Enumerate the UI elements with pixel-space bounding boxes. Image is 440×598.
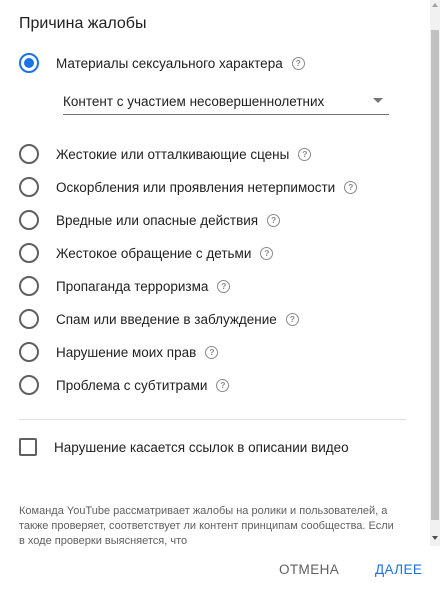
reason-option-spam[interactable]: Спам или введение в заблуждение ? [19,308,299,330]
help-circle-icon[interactable]: ? [205,345,219,359]
subreason-dropdown[interactable]: Контент с участием несовершеннолетних [63,88,389,115]
help-circle-icon[interactable]: ? [285,312,299,326]
radio-button[interactable] [19,342,39,362]
reason-option-child-abuse[interactable]: Жестокое обращение с детьми ? [19,242,274,264]
reason-option-terrorism[interactable]: Пропаганда терроризма ? [19,275,231,297]
reason-option-harmful[interactable]: Вредные или опасные действия ? [19,209,281,231]
scrollbar[interactable] [430,0,440,546]
radio-button[interactable] [19,309,39,329]
reason-label: Вредные или опасные действия [56,212,259,228]
reason-label: Пропаганда терроризма [56,278,209,294]
help-circle-icon[interactable]: ? [267,213,281,227]
help-circle-icon[interactable]: ? [217,279,231,293]
radio-button[interactable] [19,375,39,395]
next-button[interactable]: ДАЛЕЕ [375,562,422,577]
help-circle-icon[interactable]: ? [216,378,230,392]
reason-label: Нарушение моих прав [56,344,197,360]
report-dialog: Причина жалобы Материалы сексуального ха… [0,0,440,598]
radio-button[interactable] [19,144,39,164]
help-circle-icon[interactable]: ? [260,246,274,260]
scrollbar-thumb[interactable] [431,30,439,520]
radio-button[interactable] [19,276,39,296]
dialog-footer: ОТМЕНА ДАЛЕЕ [0,546,440,598]
reason-label: Оскорбления или проявления нетерпимости [56,179,336,195]
review-policy-note: Команда YouTube рассматривает жалобы на … [19,505,394,546]
radio-button[interactable] [19,177,39,197]
scroll-up-arrow-icon[interactable] [432,3,438,7]
reason-option-violent[interactable]: Жестокие или отталкивающие сцены ? [19,143,312,165]
reason-label: Проблема с субтитрами [56,377,208,393]
links-checkbox-label: Нарушение касается ссылок в описании вид… [54,439,349,455]
radio-button[interactable] [19,243,39,263]
links-checkbox[interactable] [19,438,37,456]
help-circle-icon[interactable]: ? [298,147,312,161]
help-circle-icon[interactable]: ? [291,56,305,70]
dropdown-arrow-icon [373,98,383,103]
dialog-title: Причина жалобы [19,15,147,32]
radio-button-checked[interactable] [19,53,39,73]
reason-option-hateful[interactable]: Оскорбления или проявления нетерпимости … [19,176,358,198]
reason-label: Жестокое обращение с детьми [56,245,252,261]
reason-label: Спам или введение в заблуждение [56,311,277,327]
scroll-down-arrow-icon[interactable] [432,536,438,540]
reason-label: Материалы сексуального характера [56,55,283,71]
radio-button[interactable] [19,210,39,230]
help-circle-icon[interactable]: ? [344,180,358,194]
reason-option-sexual-content[interactable]: Материалы сексуального характера ? [19,52,305,74]
links-checkbox-row[interactable]: Нарушение касается ссылок в описании вид… [19,436,349,458]
cancel-button[interactable]: ОТМЕНА [279,562,339,577]
section-divider [19,419,406,420]
subreason-selected-value: Контент с участием несовершеннолетних [63,93,325,109]
reason-option-rights[interactable]: Нарушение моих прав ? [19,341,219,363]
report-scroll-area: Причина жалобы Материалы сексуального ха… [0,0,430,546]
reason-label: Жестокие или отталкивающие сцены [56,146,290,162]
reason-option-captions[interactable]: Проблема с субтитрами ? [19,374,230,396]
